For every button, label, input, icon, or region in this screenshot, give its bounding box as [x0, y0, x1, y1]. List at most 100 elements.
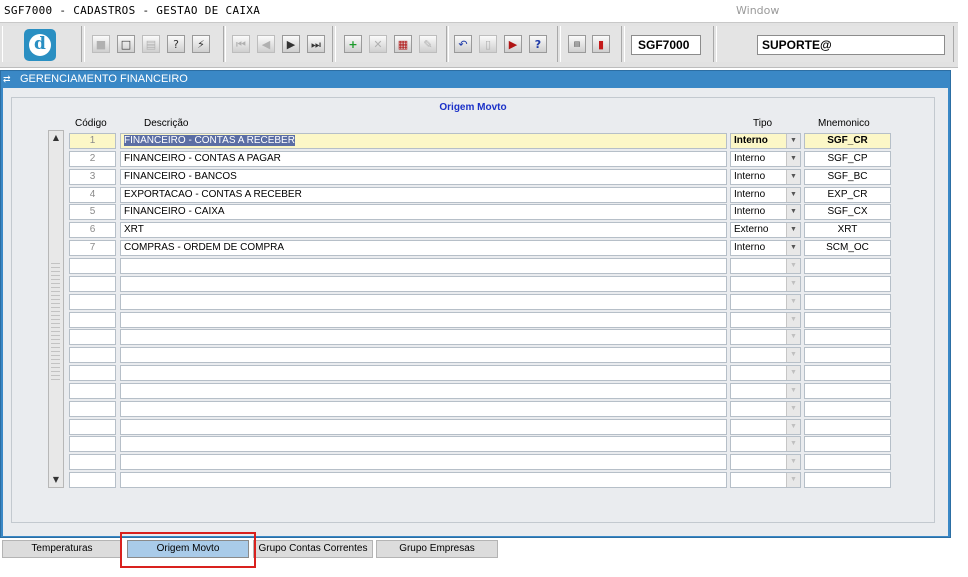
tipo-dropdown[interactable]: ▼ — [730, 365, 801, 381]
descricao-field[interactable] — [120, 365, 727, 381]
dropdown-arrow-icon[interactable]: ▼ — [786, 259, 800, 273]
mnemonico-field[interactable] — [804, 383, 891, 399]
codigo-field[interactable] — [69, 383, 116, 399]
window-restore-icon[interactable]: ⇄ — [3, 75, 14, 84]
tipo-dropdown[interactable]: ▼ — [730, 436, 801, 452]
save-icon[interactable]: ■ — [92, 35, 110, 53]
dropdown-arrow-icon[interactable]: ▼ — [786, 223, 800, 237]
last-record-icon[interactable]: ⏭ — [307, 35, 325, 53]
tipo-dropdown[interactable]: ▼ — [730, 258, 801, 274]
tipo-dropdown[interactable]: ▼ — [730, 276, 801, 292]
mnemonico-field[interactable] — [804, 276, 891, 292]
tipo-dropdown[interactable]: ▼ — [730, 454, 801, 470]
tipo-dropdown[interactable]: ▼ — [730, 401, 801, 417]
dropdown-arrow-icon[interactable]: ▼ — [786, 473, 800, 487]
scroll-up-icon[interactable]: ▲ — [49, 131, 63, 145]
clear-icon[interactable]: ✎ — [419, 35, 437, 53]
tipo-dropdown[interactable]: ▼ — [730, 419, 801, 435]
tab-grupo-empresas[interactable]: Grupo Empresas — [376, 540, 498, 558]
codigo-field[interactable] — [69, 258, 116, 274]
print-preview-icon[interactable]: □ — [117, 35, 135, 53]
mnemonico-field[interactable] — [804, 436, 891, 452]
codigo-field[interactable] — [69, 365, 116, 381]
descricao-field[interactable] — [120, 347, 727, 363]
descricao-field[interactable]: FINANCEIRO - CAIXA — [120, 204, 727, 220]
tipo-dropdown[interactable]: Interno ▼ — [730, 204, 801, 220]
descricao-field[interactable] — [120, 294, 727, 310]
tab-temperaturas[interactable]: Temperaturas — [2, 540, 122, 558]
codigo-field[interactable] — [69, 436, 116, 452]
dropdown-arrow-icon[interactable]: ▼ — [786, 330, 800, 344]
descricao-field[interactable]: EXPORTACAO - CONTAS A RECEBER — [120, 187, 727, 203]
dropdown-arrow-icon[interactable]: ▼ — [786, 384, 800, 398]
mnemonico-field[interactable] — [804, 472, 891, 488]
mnemonico-field[interactable]: XRT — [804, 222, 891, 238]
dropdown-arrow-icon[interactable]: ▼ — [786, 402, 800, 416]
mnemonico-field[interactable]: SGF_CX — [804, 204, 891, 220]
print-icon[interactable]: ▤ — [142, 35, 160, 53]
next-record-icon[interactable]: ▶ — [282, 35, 300, 53]
undo-icon[interactable]: ↶ — [454, 35, 472, 53]
codigo-field[interactable]: 5 — [69, 204, 116, 220]
dropdown-arrow-icon[interactable]: ▼ — [786, 420, 800, 434]
dropdown-arrow-icon[interactable]: ▼ — [786, 188, 800, 202]
mnemonico-field[interactable]: SGF_CR — [804, 133, 891, 149]
descricao-field[interactable] — [120, 329, 727, 345]
descricao-field[interactable] — [120, 454, 727, 470]
execute-query-icon[interactable]: ⚡ — [192, 35, 210, 53]
codigo-field[interactable]: 1 — [69, 133, 116, 149]
codigo-field[interactable]: 7 — [69, 240, 116, 256]
descricao-field[interactable] — [120, 312, 727, 328]
mnemonico-field[interactable] — [804, 312, 891, 328]
mnemonico-field[interactable] — [804, 419, 891, 435]
dropdown-arrow-icon[interactable]: ▼ — [786, 134, 800, 148]
exit-form-icon[interactable]: ▶ — [504, 35, 522, 53]
descricao-field[interactable] — [120, 276, 727, 292]
tipo-dropdown[interactable]: ▼ — [730, 294, 801, 310]
list-values-icon[interactable]: ▦ — [394, 35, 412, 53]
menu-icon[interactable]: ▤ — [568, 35, 586, 53]
descricao-field[interactable]: FINANCEIRO - CONTAS A RECEBER — [120, 133, 727, 149]
dropdown-arrow-icon[interactable]: ▼ — [786, 277, 800, 291]
tipo-dropdown[interactable]: ▼ — [730, 329, 801, 345]
tipo-dropdown[interactable]: Interno ▼ — [730, 133, 801, 149]
help-query-icon[interactable]: ? — [167, 35, 185, 53]
clipboard-icon[interactable]: ▯ — [479, 35, 497, 53]
descricao-field[interactable] — [120, 258, 727, 274]
scroll-down-icon[interactable]: ▼ — [49, 473, 63, 487]
codigo-field[interactable] — [69, 454, 116, 470]
tab-grupo-contas-correntes[interactable]: Grupo Contas Correntes — [253, 540, 373, 558]
mnemonico-field[interactable]: EXP_CR — [804, 187, 891, 203]
mnemonico-field[interactable] — [804, 365, 891, 381]
first-record-icon[interactable]: ⏮ — [232, 35, 250, 53]
exit-icon[interactable]: ▮ — [592, 35, 610, 53]
codigo-field[interactable] — [69, 312, 116, 328]
dropdown-arrow-icon[interactable]: ▼ — [786, 366, 800, 380]
codigo-field[interactable] — [69, 276, 116, 292]
descricao-field[interactable]: XRT — [120, 222, 727, 238]
mnemonico-field[interactable] — [804, 294, 891, 310]
codigo-field[interactable]: 4 — [69, 187, 116, 203]
mnemonico-field[interactable]: SGF_CP — [804, 151, 891, 167]
tipo-dropdown[interactable]: Interno ▼ — [730, 169, 801, 185]
mnemonico-field[interactable]: SCM_OC — [804, 240, 891, 256]
mnemonico-field[interactable] — [804, 347, 891, 363]
mnemonico-field[interactable] — [804, 401, 891, 417]
descricao-field[interactable] — [120, 472, 727, 488]
codigo-field[interactable] — [69, 401, 116, 417]
dropdown-arrow-icon[interactable]: ▼ — [786, 241, 800, 255]
dropdown-arrow-icon[interactable]: ▼ — [786, 170, 800, 184]
descricao-field[interactable] — [120, 383, 727, 399]
codigo-field[interactable] — [69, 419, 116, 435]
descricao-field[interactable] — [120, 436, 727, 452]
previous-record-icon[interactable]: ◀ — [257, 35, 275, 53]
tipo-dropdown[interactable]: Interno ▼ — [730, 240, 801, 256]
codigo-field[interactable] — [69, 329, 116, 345]
dropdown-arrow-icon[interactable]: ▼ — [786, 313, 800, 327]
codigo-field[interactable]: 6 — [69, 222, 116, 238]
mnemonico-field[interactable] — [804, 454, 891, 470]
tipo-dropdown[interactable]: ▼ — [730, 383, 801, 399]
tipo-dropdown[interactable]: Interno ▼ — [730, 151, 801, 167]
codigo-field[interactable] — [69, 472, 116, 488]
delete-record-icon[interactable]: ✕ — [369, 35, 387, 53]
